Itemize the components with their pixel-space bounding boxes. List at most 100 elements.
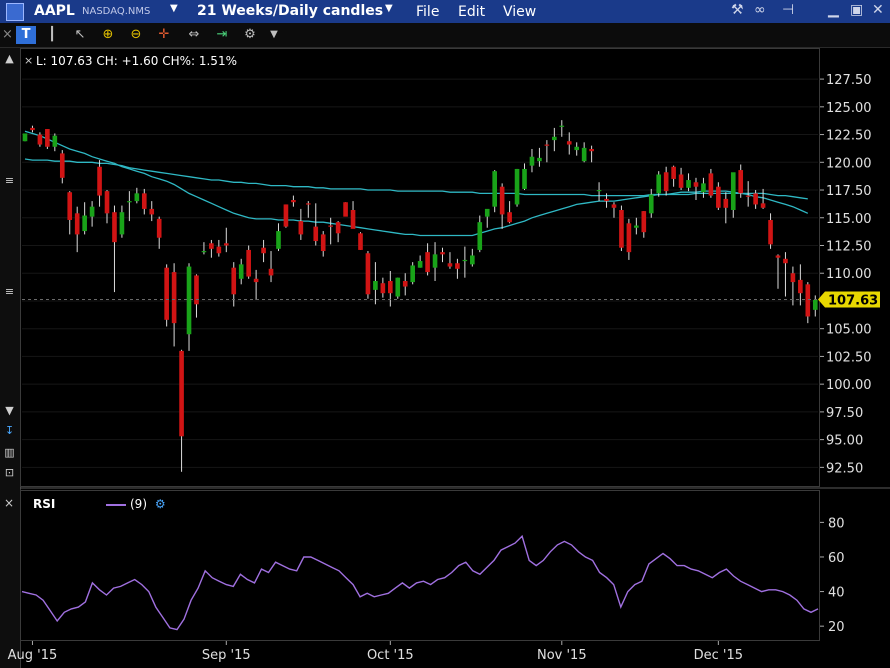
collapse-icon[interactable]: × bbox=[2, 26, 13, 44]
bear-candle bbox=[141, 193, 147, 209]
price-tick-label: 122.50 bbox=[826, 129, 872, 144]
bull-candle bbox=[581, 147, 587, 162]
rsi-tick-label: 20 bbox=[828, 620, 845, 635]
bear-candle bbox=[268, 268, 274, 276]
bull-candle bbox=[22, 133, 28, 142]
price-tick-label: 95.00 bbox=[826, 434, 863, 449]
symbol-label[interactable]: AAPL bbox=[34, 3, 75, 19]
menu-file[interactable]: File bbox=[416, 4, 439, 20]
dropdown-icon[interactable]: ▼ bbox=[264, 26, 284, 44]
fit-icon[interactable]: ⇥ bbox=[212, 26, 232, 44]
left-scale-bar: ▲ ≡ ≡ ▼ ↧ ▥ ⊡ bbox=[0, 48, 21, 668]
bear-candle bbox=[194, 275, 199, 305]
zoom-out-icon[interactable]: ⊖ bbox=[126, 26, 146, 44]
bull-candle bbox=[596, 190, 602, 192]
rsi-legend-swatch bbox=[106, 503, 126, 506]
bear-candle bbox=[783, 258, 788, 264]
rsi-tick-label: 80 bbox=[828, 516, 845, 531]
bull-candle bbox=[82, 215, 87, 232]
crosshair-icon[interactable]: ✛ bbox=[154, 26, 174, 44]
bull-candle bbox=[395, 277, 401, 297]
wrench-tool-icon[interactable]: ⚙ bbox=[240, 26, 260, 44]
bear-candle bbox=[253, 278, 259, 283]
bear-candle bbox=[164, 267, 169, 320]
bear-candle bbox=[246, 249, 251, 277]
price-tick-label: 117.50 bbox=[826, 184, 872, 199]
pointer-icon[interactable]: ↖ bbox=[70, 26, 90, 44]
scroll-up-icon[interactable]: ▲ bbox=[3, 52, 16, 65]
price-tick-label: 112.50 bbox=[826, 239, 872, 254]
price-info-line: L: 107.63 CH: +1.60 CH%: 1.51% bbox=[36, 54, 237, 68]
scale-handle-bottom[interactable]: ≡ bbox=[3, 285, 16, 298]
bull-candle bbox=[52, 135, 58, 147]
pan-icon[interactable]: ⇔ bbox=[184, 26, 204, 44]
link-icon[interactable]: ∞ bbox=[754, 2, 766, 18]
time-tick-label: Dec '15 bbox=[694, 648, 743, 663]
menu-view[interactable]: View bbox=[503, 4, 536, 20]
price-tick-label: 105.00 bbox=[826, 323, 872, 338]
bear-candle bbox=[365, 253, 371, 295]
text-tool-icon[interactable]: T bbox=[16, 26, 36, 44]
timeframe-selector[interactable]: 21 Weeks/Daily candles bbox=[197, 3, 383, 19]
bear-candle bbox=[59, 153, 65, 178]
bull-candle bbox=[186, 266, 192, 335]
bear-candle bbox=[149, 208, 155, 215]
bull-candle bbox=[730, 172, 736, 210]
bar-style-icon[interactable]: ┃ bbox=[42, 26, 62, 44]
bull-candle bbox=[514, 168, 520, 205]
scale-handle-top[interactable]: ≡ bbox=[3, 174, 16, 187]
bear-candle bbox=[358, 233, 363, 250]
bull-candle bbox=[522, 168, 527, 189]
bear-candle bbox=[179, 350, 184, 437]
zoom-in-icon[interactable]: ⊕ bbox=[98, 26, 118, 44]
lock-icon[interactable]: ⊡ bbox=[3, 466, 16, 479]
minimize-icon[interactable]: ▁ bbox=[828, 2, 839, 18]
price-tick-label: 125.00 bbox=[826, 101, 872, 116]
pin-icon[interactable]: ⊣ bbox=[782, 2, 794, 18]
bull-candle bbox=[529, 156, 535, 166]
price-badge-bg bbox=[818, 291, 880, 308]
bear-candle bbox=[335, 222, 341, 234]
bear-candle bbox=[425, 252, 430, 273]
price-badge: 107.63 bbox=[828, 294, 878, 309]
bear-candle bbox=[693, 182, 699, 187]
price-tick-label: 127.50 bbox=[826, 73, 872, 88]
bull-candle bbox=[484, 208, 490, 217]
close-icon[interactable]: ✕ bbox=[872, 2, 884, 18]
menu-edit[interactable]: Edit bbox=[458, 4, 485, 20]
bear-candle bbox=[231, 267, 237, 295]
rsi-settings-icon[interactable]: ⚙ bbox=[155, 497, 166, 511]
bear-candle bbox=[745, 195, 751, 197]
rsi-tick-label: 60 bbox=[828, 551, 845, 566]
moving-average-line bbox=[24, 130, 809, 237]
bear-candle bbox=[619, 209, 624, 248]
bear-candle bbox=[455, 263, 460, 269]
bear-candle bbox=[298, 221, 304, 235]
rsi-close-icon[interactable]: × bbox=[4, 496, 14, 510]
timeframe-dropdown-icon[interactable]: ▼ bbox=[385, 3, 393, 14]
bear-candle bbox=[30, 127, 35, 131]
bear-candle bbox=[156, 218, 162, 238]
info-close-icon[interactable]: × bbox=[24, 54, 33, 67]
scroll-down-icon[interactable]: ▼ bbox=[3, 404, 16, 417]
bear-candle bbox=[604, 198, 609, 202]
wrench-icon[interactable]: ⚒ bbox=[731, 2, 744, 18]
bear-candle bbox=[790, 273, 796, 283]
bull-candle bbox=[648, 194, 654, 214]
app-icon bbox=[6, 3, 24, 21]
symbol-dropdown-icon[interactable]: ▼ bbox=[170, 3, 178, 14]
volume-icon[interactable]: ▥ bbox=[3, 446, 16, 459]
maximize-icon[interactable]: ▣ bbox=[850, 2, 863, 18]
marker-icon[interactable]: ↧ bbox=[3, 424, 16, 437]
bear-candle bbox=[611, 204, 617, 208]
bull-candle bbox=[462, 259, 468, 262]
rsi-panel-border bbox=[20, 490, 820, 641]
bull-candle bbox=[201, 251, 207, 253]
bull-candle bbox=[559, 125, 565, 127]
bear-candle bbox=[313, 226, 319, 242]
bull-candle bbox=[686, 180, 691, 188]
price-panel-border bbox=[20, 48, 820, 487]
bear-candle bbox=[74, 213, 80, 235]
bear-candle bbox=[447, 263, 453, 267]
bear-candle bbox=[775, 255, 781, 258]
